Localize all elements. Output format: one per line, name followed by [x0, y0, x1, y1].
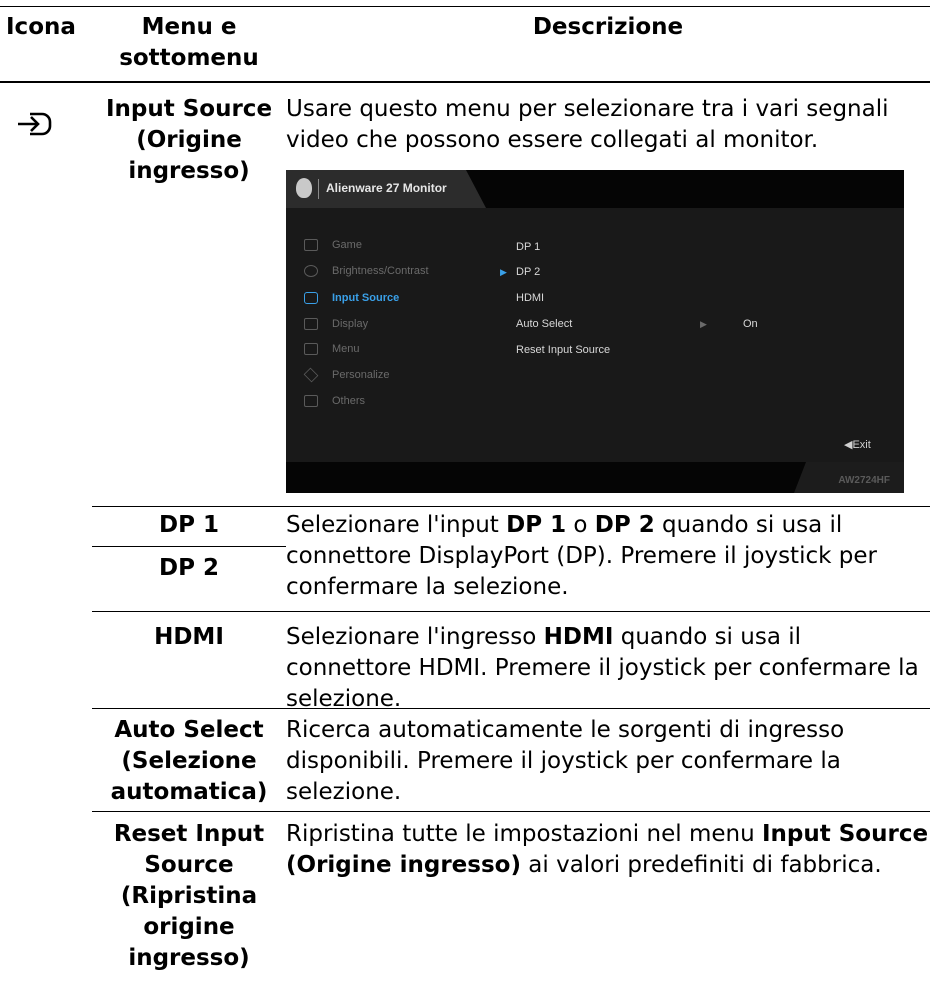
row-divider-reset	[92, 811, 930, 812]
osd-option-hdmi[interactable]: HDMI	[516, 292, 544, 304]
alienware-logo-icon	[296, 178, 312, 198]
osd-option-dp2[interactable]: DP 2	[516, 266, 540, 278]
selected-arrow-icon: ▶	[500, 267, 507, 277]
display-icon	[304, 318, 318, 330]
gamepad-icon	[304, 239, 318, 251]
column-header-icon: Icona	[6, 14, 76, 40]
osd-auto-select-value: On	[743, 318, 758, 330]
osd-menu-brightness-contrast[interactable]: Brightness/Contrast	[304, 262, 429, 280]
osd-menu-display[interactable]: Display	[304, 315, 368, 333]
row-divider-dp1	[92, 506, 930, 507]
osd-menu-personalize[interactable]: Personalize	[303, 366, 389, 384]
menu-auto-select: Auto Select (Selezione automatica)	[110, 717, 268, 805]
description-input-source: Usare questo menu per selezionare tra i …	[286, 96, 889, 153]
star-icon	[303, 367, 319, 383]
others-icon	[304, 395, 318, 407]
brightness-icon	[304, 265, 318, 277]
input-source-icon	[304, 292, 318, 304]
submenu-arrow-icon: ▶	[700, 319, 707, 329]
description-dp: Selezionare l'input DP 1 o DP 2 quando s…	[286, 512, 877, 600]
osd-menu-game[interactable]: Game	[304, 236, 362, 254]
menu-dp2: DP 2	[159, 555, 219, 581]
osd-screenshot: Alienware 27 Monitor Game Brightness/Con…	[286, 170, 904, 493]
row-divider-auto-select	[92, 708, 930, 709]
osd-menu-menu[interactable]: Menu	[304, 340, 360, 358]
row-divider-dp2	[92, 546, 286, 547]
description-reset-input-source: Ripristina tutte le impostazioni nel men…	[286, 821, 929, 878]
osd-model-label: AW2724HF	[838, 475, 890, 486]
osd-menu-input-source[interactable]: Input Source	[304, 289, 399, 307]
menu-hdmi: HDMI	[154, 624, 224, 650]
description-auto-select: Ricerca automaticamente le sorgenti di i…	[286, 717, 845, 805]
osd-title: Alienware 27 Monitor	[326, 181, 447, 195]
osd-exit-button[interactable]: ◀Exit	[844, 438, 871, 451]
osd-option-reset-input-source[interactable]: Reset Input Source	[516, 344, 610, 356]
description-hdmi: Selezionare l'ingresso HDMI quando si us…	[286, 624, 919, 712]
menu-dp1: DP 1	[159, 512, 219, 538]
osd-option-auto-select[interactable]: Auto Select	[516, 318, 572, 330]
column-header-menu: Menu e sottomenu	[119, 14, 259, 71]
column-header-description: Descrizione	[532, 14, 684, 40]
menu-reset-input-source: Reset Input Source (Ripristina origine i…	[113, 821, 265, 971]
table-top-rule	[0, 6, 930, 7]
osd-option-dp1[interactable]: DP 1	[516, 241, 540, 253]
menu-input-source: Input Source (Origine ingresso)	[105, 96, 273, 184]
osd-menu-others[interactable]: Others	[304, 392, 365, 410]
menu-icon	[304, 343, 318, 355]
osd-title-separator	[318, 179, 319, 199]
input-source-icon	[18, 112, 52, 136]
osd-bottom-bar: AW2724HF	[286, 462, 904, 493]
header-bottom-rule	[0, 81, 930, 83]
row-divider-hdmi	[92, 611, 930, 612]
